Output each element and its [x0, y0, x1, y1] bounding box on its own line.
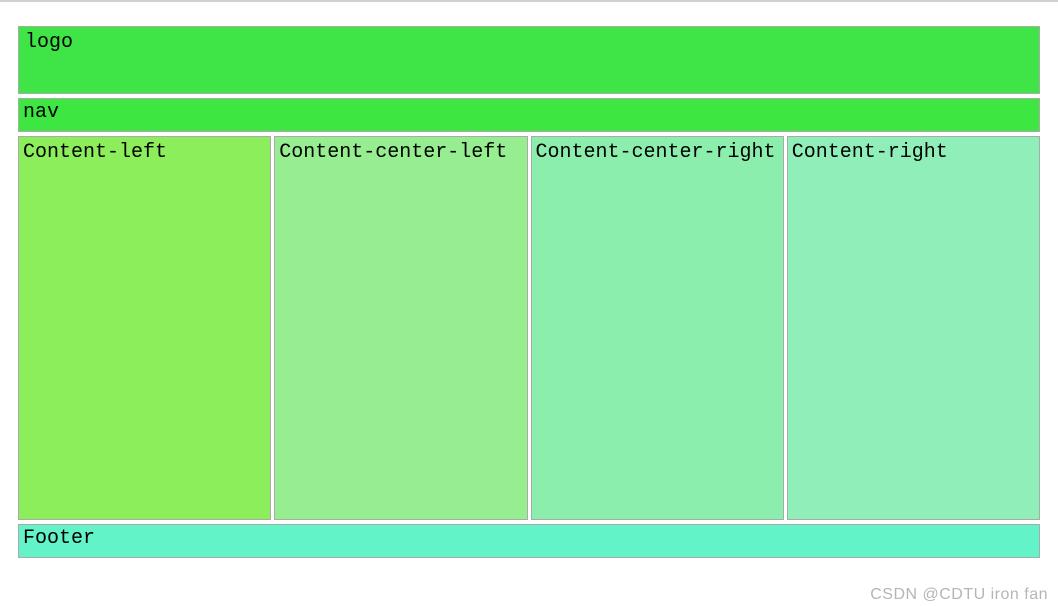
header-logo-section: logo — [18, 26, 1040, 94]
content-row: Content-left Content-center-left Content… — [18, 136, 1040, 520]
footer-label: Footer — [23, 527, 95, 550]
logo-text: logo — [25, 31, 73, 54]
nav-label: nav — [23, 101, 59, 124]
watermark-text: CSDN @CDTU iron fan — [870, 586, 1048, 604]
content-left-column: Content-left — [18, 136, 271, 520]
content-center-right-label: Content-center-right — [536, 141, 776, 164]
content-right-label: Content-right — [792, 141, 948, 164]
nav-section: nav — [18, 98, 1040, 132]
content-center-right-column: Content-center-right — [531, 136, 784, 520]
content-left-label: Content-left — [23, 141, 167, 164]
content-center-left-column: Content-center-left — [274, 136, 527, 520]
content-right-column: Content-right — [787, 136, 1040, 520]
footer-section: Footer — [18, 524, 1040, 558]
content-center-left-label: Content-center-left — [279, 141, 507, 164]
